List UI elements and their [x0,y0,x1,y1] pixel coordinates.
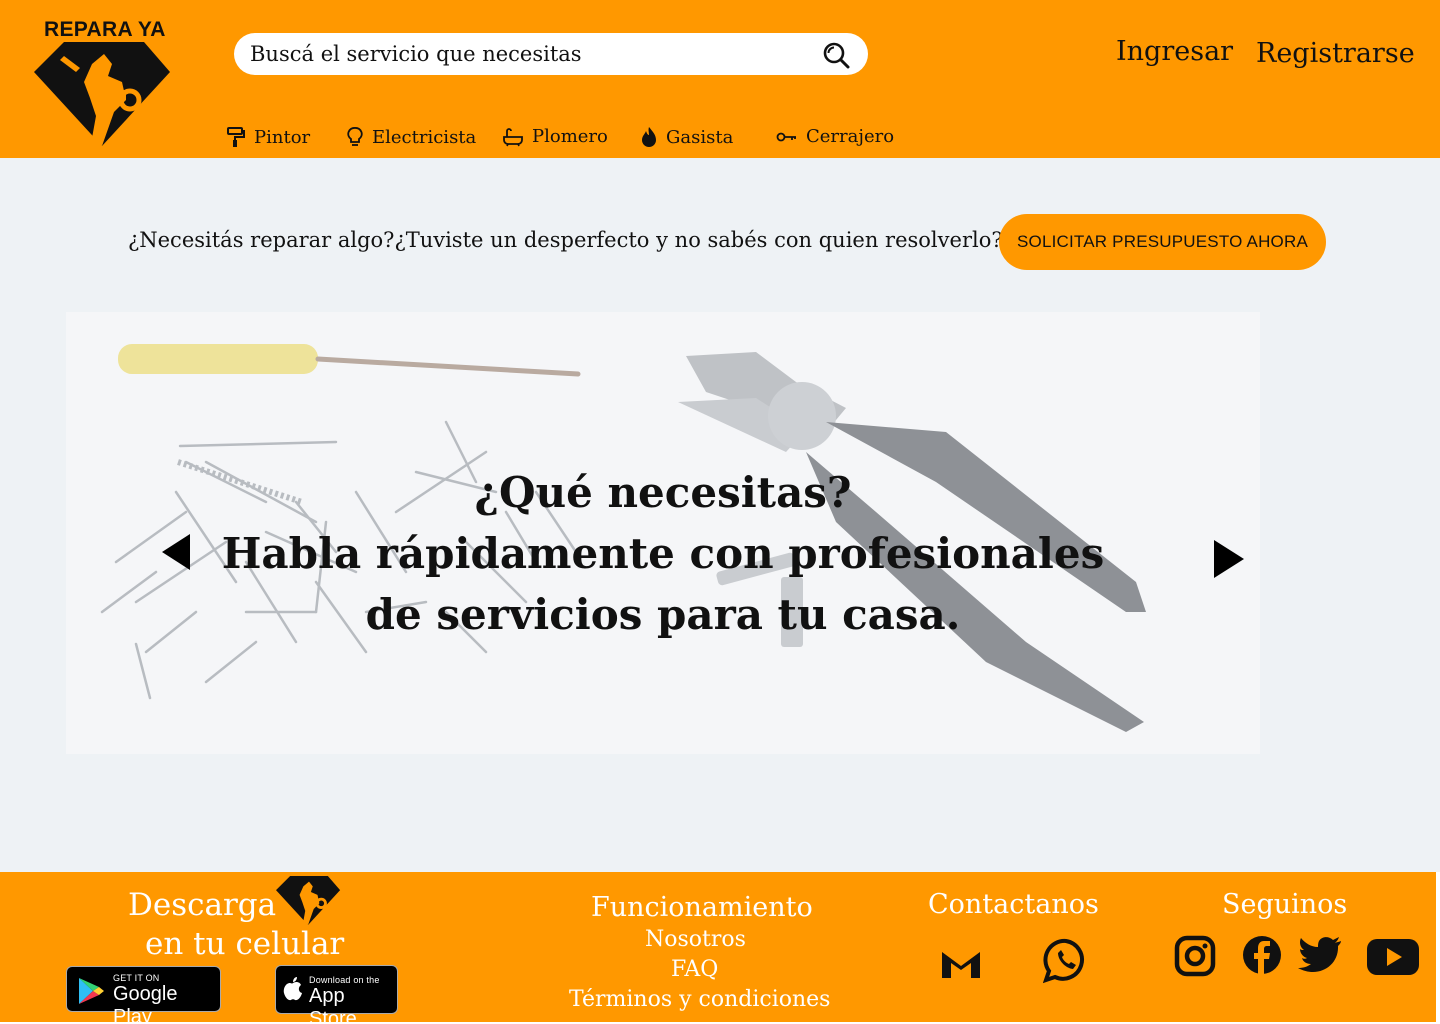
footer-social-title: Seguinos [1222,889,1348,920]
gmail-icon[interactable] [940,948,982,980]
carousel-next-arrow-icon[interactable] [1212,538,1246,580]
apple-icon [283,977,302,1001]
download-title-line1: Descarga [128,887,277,923]
app-store-badge[interactable]: Download on the App Store [275,965,398,1024]
facebook-icon[interactable] [1242,935,1282,975]
request-quote-button[interactable]: SOLICITAR PRESUPUESTO AHORA [999,214,1326,270]
category-label: Electricista [372,126,477,148]
hero-line-3: de servicios para tu casa. [365,590,961,639]
hero-line-1: ¿Qué necesitas? [474,468,852,517]
search-bar [234,33,868,75]
category-plomero[interactable]: Plomero [502,126,608,147]
twitter-icon[interactable] [1298,936,1342,974]
category-label: Plomero [532,126,608,147]
register-link[interactable]: Registrarse [1256,38,1415,69]
category-label: Pintor [254,126,311,148]
footer-link-nosotros[interactable]: Nosotros [645,927,746,952]
google-play-badge[interactable]: GET IT ON Google Play [66,966,221,1024]
youtube-icon[interactable] [1366,938,1420,976]
download-title-line2: en tu celular [145,926,345,962]
footer-info-title: Funcionamiento [591,892,813,923]
footer-link-faq[interactable]: FAQ [671,957,718,982]
google-play-small-text: GET IT ON [113,973,160,983]
whatsapp-icon[interactable] [1043,938,1089,984]
hero-line-2: Habla rápidamente con profesionales [221,529,1105,578]
category-label: Cerrajero [806,126,895,147]
google-play-icon [79,978,104,1004]
footer-contact-title: Contactanos [928,889,1099,920]
search-input[interactable] [250,33,810,75]
search-icon[interactable] [822,41,850,69]
main-content: ¿Necesitás reparar algo?¿Tuviste un desp… [0,158,1440,872]
app-store-small-text: Download on the [309,975,380,985]
category-label: Gasista [666,126,734,148]
brand-name: REPARA YA [44,18,166,41]
site-footer: Descarga en tu celular GET IT ON Google … [0,872,1436,1024]
footer-link-terminos[interactable]: Términos y condiciones [569,987,830,1012]
top-header: REPARA YA Ingresar Registrarse Pintor El… [0,0,1440,158]
google-play-big-text: Google Play [113,983,178,1024]
cta-row: ¿Necesitás reparar algo?¿Tuviste un desp… [0,214,1440,270]
carousel-prev-arrow-icon[interactable] [160,532,194,572]
paint-roller-icon [227,127,245,147]
instagram-icon[interactable] [1174,935,1216,977]
bathtub-icon [503,127,523,146]
brand-logo[interactable]: REPARA YA [30,18,180,150]
category-electricista[interactable]: Electricista [346,126,476,148]
category-cerrajero[interactable]: Cerrajero [776,126,894,147]
cta-text: ¿Necesitás reparar algo?¿Tuviste un desp… [128,228,1003,252]
category-pintor[interactable]: Pintor [226,126,310,148]
hero-carousel: ¿Qué necesitas? Habla rápidamente con pr… [66,312,1260,754]
diamond-wrench-logo-icon [276,876,341,926]
lightbulb-icon [347,127,363,146]
login-link[interactable]: Ingresar [1116,36,1233,67]
app-store-big-text: App Store [309,985,357,1024]
category-gasista[interactable]: Gasista [640,126,733,148]
key-icon [776,132,796,141]
flame-icon [642,127,656,147]
diamond-wrench-logo-icon [34,42,170,146]
hero-headline: ¿Qué necesitas? Habla rápidamente con pr… [66,462,1260,645]
